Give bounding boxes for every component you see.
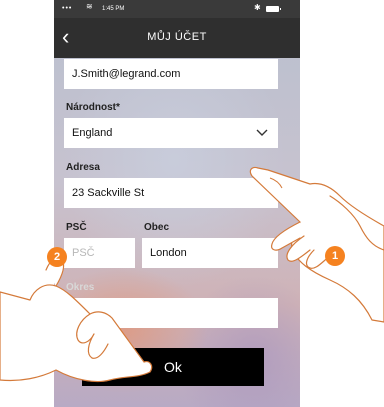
postcode-label: PSČ bbox=[66, 222, 87, 233]
navigation-bar: ‹ MŮJ ÚČET bbox=[54, 18, 300, 58]
status-bar: ••• ≋ 1:45 PM ✱ bbox=[54, 0, 300, 18]
signal-indicator: ••• bbox=[62, 5, 73, 12]
chevron-down-icon bbox=[256, 118, 268, 159]
nationality-value: England bbox=[72, 127, 113, 139]
district-label: Okres bbox=[66, 282, 95, 293]
wifi-icon: ≋ bbox=[86, 2, 93, 11]
city-field[interactable]: London bbox=[142, 238, 278, 268]
postcode-field[interactable]: PSČ bbox=[64, 238, 135, 268]
nationality-label: Národnost* bbox=[66, 102, 120, 113]
callout-badge-1: 1 bbox=[325, 246, 345, 266]
postcode-placeholder: PSČ bbox=[72, 247, 95, 259]
address-field[interactable]: 23 Sackville St bbox=[64, 178, 278, 208]
callout-badge-2: 2 bbox=[47, 247, 67, 267]
city-label: Obec bbox=[144, 222, 170, 233]
battery-icon bbox=[266, 6, 281, 12]
address-label: Adresa bbox=[66, 162, 100, 173]
district-field[interactable] bbox=[64, 298, 278, 328]
status-time: 1:45 PM bbox=[102, 6, 125, 12]
phone-screen: ••• ≋ 1:45 PM ✱ ‹ MŮJ ÚČET J.Smith@legra… bbox=[54, 0, 300, 407]
email-field[interactable]: J.Smith@legrand.com bbox=[64, 59, 278, 89]
ok-button[interactable]: Ok bbox=[82, 348, 264, 386]
nationality-select[interactable]: England bbox=[64, 118, 278, 148]
bluetooth-icon: ✱ bbox=[254, 3, 261, 12]
page-title: MŮJ ÚČET bbox=[147, 31, 207, 43]
